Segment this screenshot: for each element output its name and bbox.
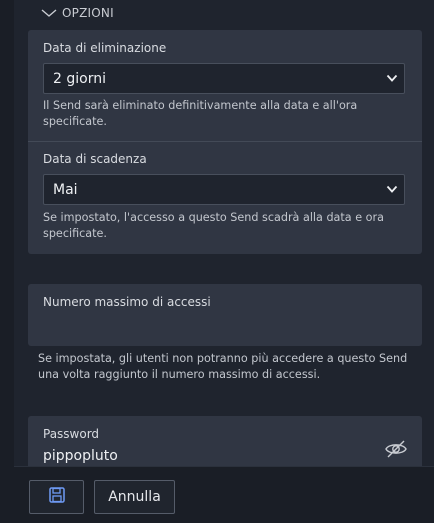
- cancel-button[interactable]: Annulla: [94, 480, 175, 514]
- max-access-help: Se impostata, gli utenti non potranno pi…: [38, 352, 408, 381]
- expiration-date-help: Se impostato, l'accesso a questo Send sc…: [43, 211, 384, 240]
- options-section-title: OPZIONI: [62, 6, 114, 20]
- eye-slash-icon[interactable]: [384, 437, 408, 461]
- left-rail: [0, 0, 14, 523]
- chevron-down-icon: [40, 6, 58, 20]
- deletion-date-select[interactable]: 2 giorni: [43, 63, 405, 94]
- chevron-down-icon: [386, 182, 398, 198]
- deletion-date-help: Il Send sarà eliminato definitivamente a…: [43, 99, 358, 128]
- send-options-page: OPZIONI Data di eliminazione 2 giorni Il…: [0, 0, 434, 523]
- options-card: Data di eliminazione 2 giorni Il Send sa…: [28, 30, 422, 254]
- max-access-label: Numero massimo di accessi: [43, 295, 211, 309]
- deletion-date-label: Data di eliminazione: [43, 41, 167, 55]
- save-button[interactable]: [29, 480, 84, 514]
- floppy-disk-icon: [48, 486, 66, 508]
- footer-bar: Annulla: [14, 466, 434, 523]
- deletion-date-value: 2 giorni: [53, 70, 106, 87]
- expiration-date-select[interactable]: Mai: [43, 174, 405, 205]
- max-access-field[interactable]: Numero massimo di accessi: [28, 284, 422, 346]
- password-input[interactable]: pippopluto: [43, 448, 118, 464]
- options-section-toggle[interactable]: OPZIONI: [40, 4, 114, 22]
- chevron-down-icon: [386, 71, 398, 87]
- password-label: Password: [43, 427, 100, 441]
- expiration-date-value: Mai: [53, 181, 78, 198]
- expiration-date-label: Data di scadenza: [43, 152, 147, 166]
- divider: [28, 141, 422, 142]
